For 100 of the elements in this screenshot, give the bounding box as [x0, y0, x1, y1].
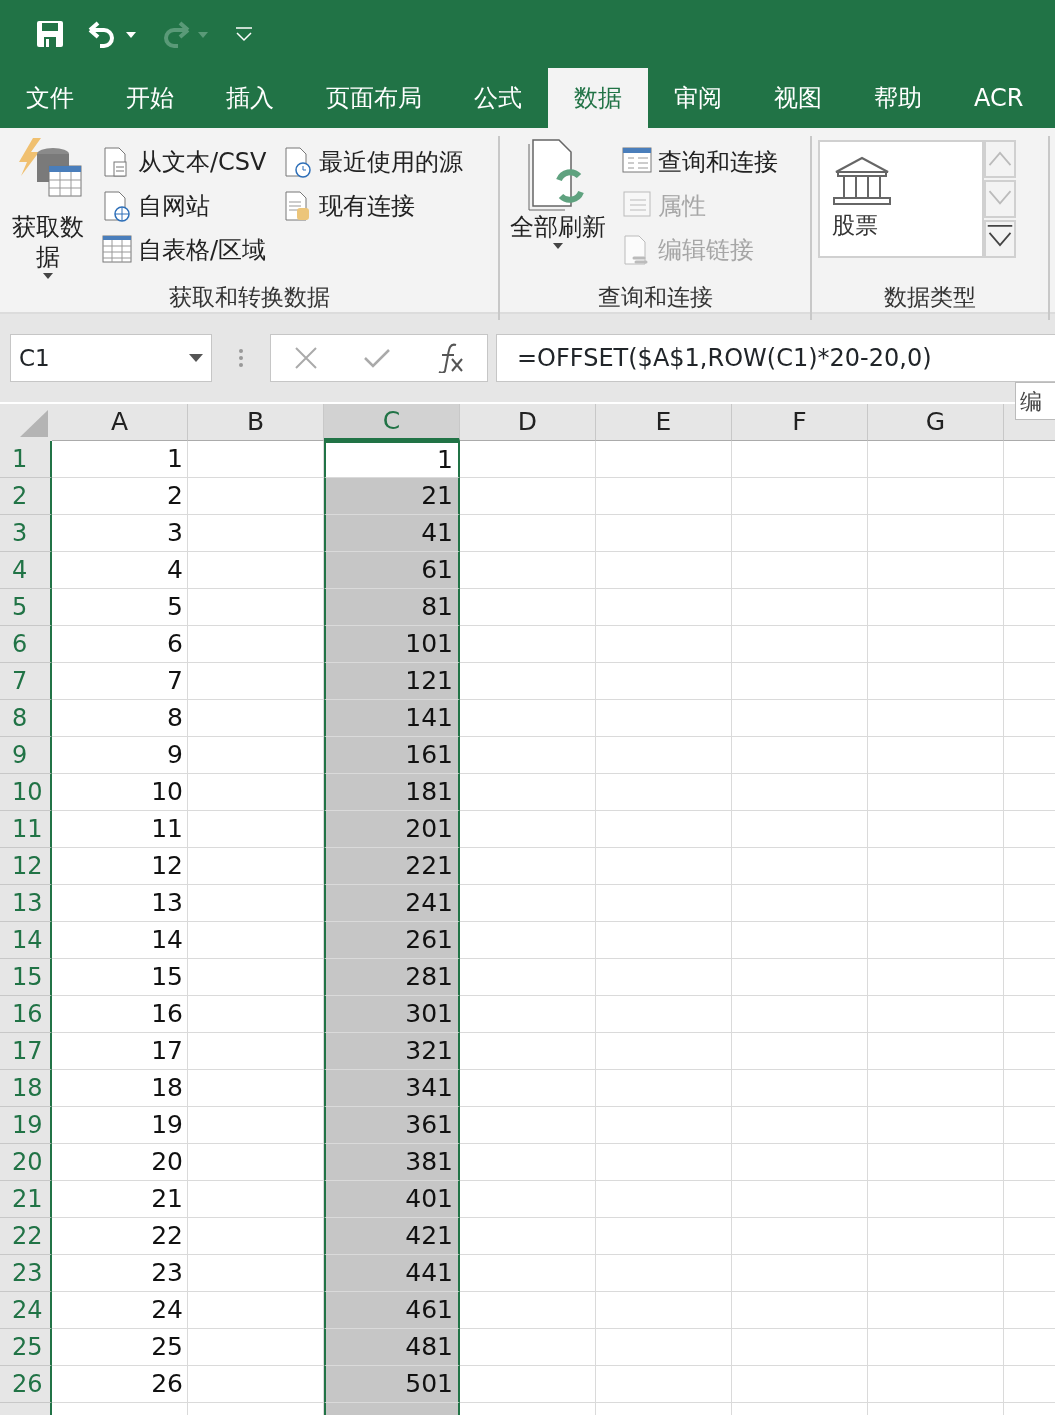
column-header[interactable]: E [596, 404, 732, 441]
row-header[interactable]: 1 [0, 441, 52, 478]
get-data-button[interactable]: 获取数据 [6, 136, 90, 280]
table-cell-text: 22 [150, 1220, 184, 1253]
gallery-more-icon[interactable] [984, 220, 1016, 258]
table-cell: 221 [324, 848, 460, 885]
table-cell-text: 1 [166, 443, 184, 476]
table-cell-text: 15 [150, 961, 184, 994]
table-cell-text: 19 [150, 1109, 184, 1142]
ribbon-command[interactable]: 现有连接 [278, 184, 467, 228]
table-cell: 101 [324, 626, 460, 663]
ribbon-group-label: 获取和转换数据 [167, 283, 331, 312]
row-header[interactable]: 12 [0, 848, 52, 885]
save-icon[interactable] [36, 20, 64, 48]
column-header[interactable]: B [188, 404, 324, 441]
drag-handle-icon [238, 348, 244, 368]
column-header[interactable]: C [324, 404, 460, 441]
table-cell: 81 [324, 589, 460, 626]
table-cell-text: 23 [150, 1257, 184, 1290]
table-cell: 401 [324, 1181, 460, 1218]
ribbon-tab[interactable]: ACR [948, 68, 1050, 128]
column-header[interactable]: G [868, 404, 1004, 441]
table-cell: 201 [324, 811, 460, 848]
refresh-all-button[interactable]: 全部刷新 [506, 136, 610, 280]
row-header[interactable]: 18 [0, 1070, 52, 1107]
ribbon-tab[interactable]: 审阅 [648, 68, 748, 128]
formula-input[interactable]: =OFFSET($A$1,ROW(C1)*20-20,0) [496, 334, 1055, 382]
table-cell-text: 11 [150, 813, 184, 846]
table-cell-text: 8 [166, 702, 184, 735]
table-cell-text: 16 [150, 998, 184, 1031]
row-header[interactable]: 13 [0, 885, 52, 922]
row-header[interactable]: 26 [0, 1366, 52, 1403]
table-cell: 21 [324, 478, 460, 515]
name-box[interactable]: C1 [10, 334, 212, 382]
row-header[interactable]: 16 [0, 996, 52, 1033]
row-header[interactable]: 22 [0, 1218, 52, 1255]
table-cell-text: 2 [166, 480, 184, 513]
column-header[interactable]: F [732, 404, 868, 441]
row-header[interactable]: 15 [0, 959, 52, 996]
active-cell[interactable]: 1 [324, 441, 460, 478]
table-cell-text: 14 [150, 924, 184, 957]
ribbon-group-label: 数据类型 [883, 282, 977, 312]
column-header[interactable]: D [460, 404, 596, 441]
web-file-icon [102, 190, 132, 222]
ribbon-tab[interactable]: 公式 [448, 68, 548, 128]
table-cell-text: 24 [150, 1294, 184, 1327]
bank-icon [832, 156, 892, 208]
ribbon-command[interactable]: 自表格/区域 [98, 228, 271, 272]
ribbon-tab[interactable]: 页面布局 [300, 68, 448, 128]
table-cell: 121 [324, 663, 460, 700]
table-cell: 481 [324, 1329, 460, 1366]
table-cell: 501 [324, 1366, 460, 1403]
ribbon-tab[interactable]: 插入 [200, 68, 300, 128]
row-header[interactable]: 2 [0, 478, 52, 515]
ribbon-tab[interactable]: 帮助 [848, 68, 948, 128]
column-header[interactable]: A [52, 404, 188, 441]
table-cell-text: 13 [150, 887, 184, 920]
ribbon-group-label: 查询和连接 [596, 282, 714, 312]
table-cell: 181 [324, 774, 460, 811]
ribbon-command[interactable]: 自网站 [98, 184, 271, 228]
row-header[interactable]: 17 [0, 1033, 52, 1070]
row-header[interactable]: 3 [0, 515, 52, 552]
row-header[interactable]: 25 [0, 1329, 52, 1366]
table-cell-text: 10 [150, 776, 184, 809]
table-cell: 341 [324, 1070, 460, 1107]
table-cell-text: 7 [166, 665, 184, 698]
row-header[interactable]: 19 [0, 1107, 52, 1144]
insert-function-icon[interactable] [436, 343, 465, 373]
table-cell: 241 [324, 885, 460, 922]
row-header[interactable]: 24 [0, 1292, 52, 1329]
row-header[interactable]: 11 [0, 811, 52, 848]
ribbon-command[interactable]: 查询和连接 [618, 140, 782, 184]
customize-menu-icon[interactable] [234, 25, 254, 43]
table-cell-text: 25 [150, 1331, 184, 1364]
row-header[interactable]: 10 [0, 774, 52, 811]
table-cell: 61 [324, 552, 460, 589]
table-cell: 41 [324, 515, 460, 552]
row-header[interactable]: 21 [0, 1181, 52, 1218]
stock-data-type-button[interactable]: 股票 [818, 140, 984, 258]
row-header[interactable]: 20 [0, 1144, 52, 1181]
recent-file-icon [282, 146, 313, 178]
ribbon-tab[interactable]: 视图 [748, 68, 848, 128]
table-cell: 321 [324, 1033, 460, 1070]
ribbon-tab[interactable]: 文件 [0, 68, 100, 128]
ribbon-command[interactable]: 最近使用的源 [278, 140, 467, 184]
row-header[interactable]: 14 [0, 922, 52, 959]
ribbon-tab[interactable]: 开始 [100, 68, 200, 128]
row-header[interactable]: 8 [0, 700, 52, 737]
table-cell-text: 17 [150, 1035, 184, 1068]
tooltip: 编 [1015, 382, 1055, 420]
row-header[interactable]: 4 [0, 552, 52, 589]
row-header[interactable]: 9 [0, 737, 52, 774]
undo-icon[interactable] [86, 20, 138, 48]
row-header[interactable]: 7 [0, 663, 52, 700]
row-header[interactable]: 5 [0, 589, 52, 626]
row-header[interactable]: 23 [0, 1255, 52, 1292]
ribbon-tab[interactable]: 数据 [548, 68, 648, 128]
ribbon-command[interactable]: 从文本/CSV [98, 140, 271, 184]
row-header[interactable]: 6 [0, 626, 52, 663]
table-cell-text: 6 [166, 628, 184, 661]
